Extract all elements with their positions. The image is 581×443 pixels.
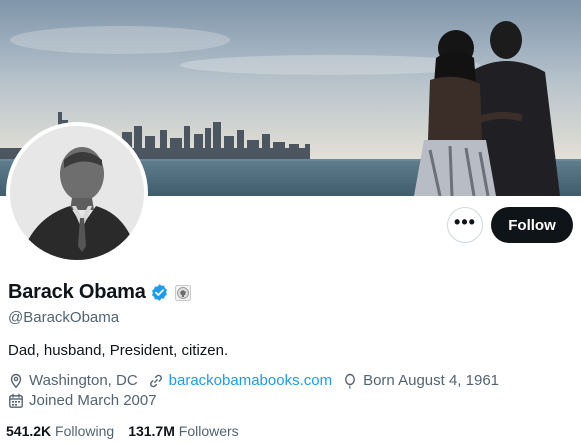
joined-text: Joined March 2007 [29,392,157,409]
website-link[interactable]: barackobamabooks.com [169,372,332,389]
more-options-icon: ••• [454,212,476,232]
followers-count: 131.7M [128,423,175,439]
profile-bio: Dad, husband, President, citizen. [8,342,229,359]
following-count: 541.2K [6,423,52,439]
following-stat[interactable]: 541.2K Following [6,423,114,439]
followers-label: Followers [178,423,239,439]
location-item: Washington, DC [8,372,138,389]
birthday-text: Born August 4, 1961 [363,372,500,389]
website-item[interactable]: barackobamabooks.com [148,372,332,389]
more-options-button[interactable]: ••• [447,207,483,243]
joined-item: Joined March 2007 [8,392,157,409]
balloon-icon [345,373,355,389]
calendar-icon [9,393,23,408]
follow-stats: 541.2K Following 131.7M Followers [6,423,239,439]
avatar[interactable] [6,122,148,264]
display-name: Barack Obama [8,281,146,303]
following-label: Following [55,423,115,439]
profile-joined-row: Joined March 2007 [8,392,167,409]
followers-stat[interactable]: 131.7M Followers [128,423,239,439]
avatar-image [10,126,144,260]
government-seal-icon[interactable] [174,284,191,301]
profile-meta-row: Washington, DC barackobamabooks.com Born… [8,372,509,389]
profile-handle: @BarackObama [8,309,120,326]
verified-badge-icon[interactable] [150,283,169,302]
follow-button[interactable]: Follow [491,207,573,243]
birthday-item: Born August 4, 1961 [342,372,499,389]
link-icon [149,374,162,387]
location-pin-icon [10,373,22,388]
location-text: Washington, DC [29,372,138,389]
name-row: Barack Obama [8,281,191,304]
